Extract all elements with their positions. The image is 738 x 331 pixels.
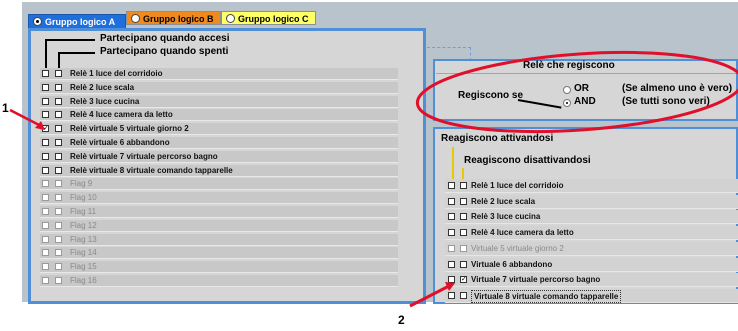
- annotation-arrow-2: [409, 284, 450, 308]
- annotation-marker-2: 2: [398, 313, 405, 327]
- annotation-ellipse: [415, 50, 738, 134]
- annotation-overlay: [9, 50, 738, 308]
- annotation-marker-1: 1: [2, 101, 9, 115]
- annotation-arrow-1: [9, 108, 42, 128]
